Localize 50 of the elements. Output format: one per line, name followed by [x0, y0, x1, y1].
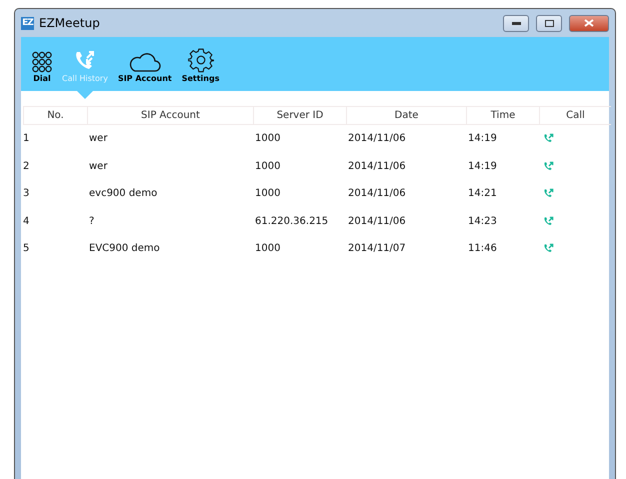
table-cell: ?: [89, 216, 94, 227]
table-cell: 2014/11/06: [348, 216, 406, 227]
table-cell: 3: [23, 188, 30, 200]
minimize-button[interactable]: [503, 14, 529, 32]
table-cell: 14:21: [468, 188, 497, 200]
call-icon[interactable]: [543, 216, 554, 227]
call-icon[interactable]: [543, 188, 554, 200]
window-title: EZMeetup: [39, 16, 101, 30]
table-cell: 5: [23, 243, 30, 254]
call-icon[interactable]: [543, 243, 554, 254]
table-cell: 1000: [255, 133, 280, 144]
column-header[interactable]: Time: [466, 106, 539, 125]
toolbar-tab[interactable]: Dial: [29, 51, 55, 85]
call-icon[interactable]: [543, 160, 554, 172]
table-cell: 2014/11/06: [348, 160, 406, 172]
close-icon: [584, 19, 594, 27]
table-cell: 2014/11/06: [348, 188, 406, 200]
keypad-icon: [32, 51, 52, 73]
cloud-icon: [128, 51, 161, 73]
column-header[interactable]: Date: [346, 106, 466, 125]
table-cell: 1000: [255, 188, 280, 200]
table-cell: 2014/11/06: [348, 133, 406, 144]
table-cell: EVC900 demo: [89, 243, 160, 254]
maximize-button[interactable]: [536, 14, 562, 32]
column-header[interactable]: No.: [23, 106, 87, 125]
table-cell: 14:23: [468, 216, 497, 227]
table-cell: 2: [23, 160, 30, 172]
table-cell: wer: [89, 133, 108, 144]
table-cell: 1000: [255, 160, 280, 172]
call-icon[interactable]: [543, 133, 554, 144]
maximize-icon: [544, 20, 554, 26]
table-cell: 1: [23, 133, 30, 144]
toolbar-tab[interactable]: Settings: [178, 47, 222, 85]
toolbar-tab[interactable]: SIP Account: [114, 51, 175, 85]
table-cell: wer: [89, 160, 108, 172]
app-logo: EZ: [21, 16, 34, 30]
table-cell: 11:46: [468, 243, 497, 254]
table-cell: 1000: [255, 243, 280, 254]
table-cell: 4: [23, 216, 30, 227]
column-header[interactable]: SIP Account: [87, 106, 253, 125]
table-cell: evc900 demo: [89, 188, 158, 200]
column-header[interactable]: Server ID: [253, 106, 346, 125]
table-cell: 14:19: [468, 133, 497, 144]
minimize-icon: [512, 22, 520, 24]
table-cell: 61.220.36.215: [255, 216, 328, 227]
table-cell: 2014/11/07: [348, 243, 406, 254]
close-button[interactable]: [569, 14, 609, 32]
settings-icon: [188, 47, 214, 73]
column-header[interactable]: Call: [539, 106, 611, 125]
table-cell: 14:19: [468, 160, 497, 172]
